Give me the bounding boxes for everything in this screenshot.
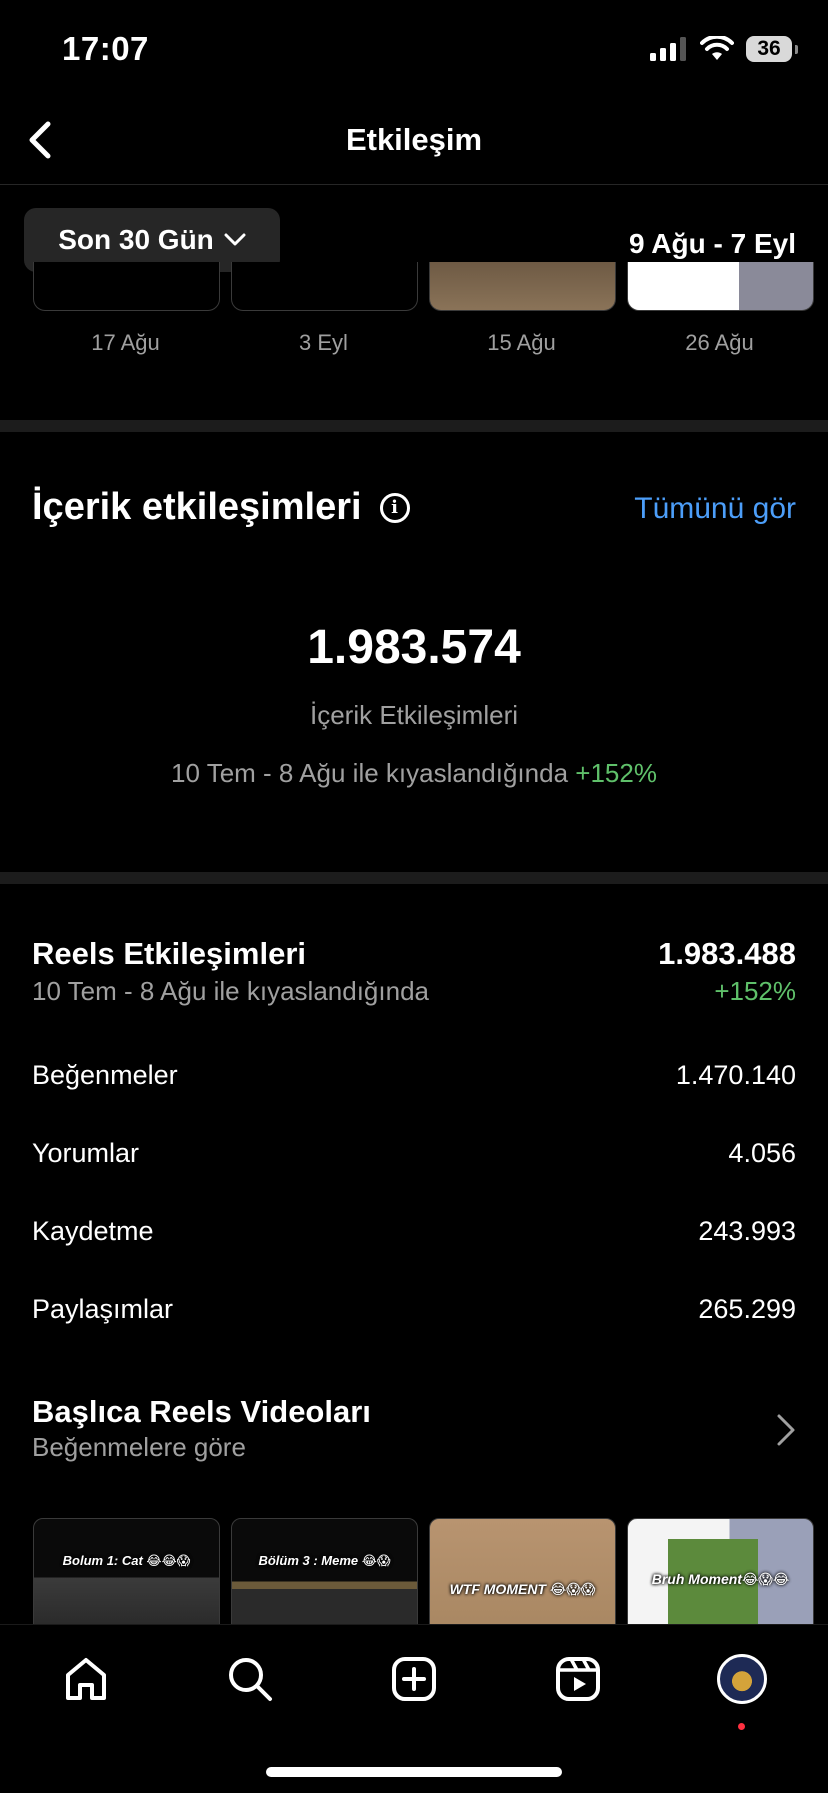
tab-home[interactable]	[58, 1651, 114, 1707]
content-interactions-heading: İçerik etkileşimleri i	[32, 486, 410, 529]
post-thumbnail[interactable]	[33, 262, 220, 311]
reels-compare-percent: +152%	[714, 976, 796, 1006]
metric-value-likes: 1.470.140	[675, 1060, 796, 1090]
post-thumbnail[interactable]	[231, 262, 418, 311]
reels-compare-text: 10 Tem - 8 Ağu ile kıyaslandığında	[32, 976, 429, 1006]
tab-create[interactable]	[386, 1651, 442, 1707]
tab-profile[interactable]	[714, 1651, 770, 1730]
post-date: 3 Eyl	[299, 330, 348, 355]
see-all-link[interactable]: Tümünü gör	[634, 492, 796, 526]
reels-icon	[556, 1657, 600, 1701]
post-date: 17 Ağu	[91, 330, 160, 355]
top-reels-subtitle: Beğenmelere göre	[32, 1432, 246, 1462]
date-range-label: Son 30 Gün	[58, 224, 214, 255]
status-time: 17:07	[62, 30, 149, 67]
metric-label-comments: Yorumlar	[32, 1138, 140, 1168]
cellular-signal-icon	[650, 37, 686, 61]
status-icons: 36	[650, 36, 798, 62]
chevron-down-icon	[224, 233, 246, 246]
content-interactions-label: İçerik Etkileşimleri	[309, 700, 519, 730]
notification-dot	[738, 1723, 745, 1730]
battery-icon: 36	[746, 36, 798, 62]
compare-percent: +152%	[575, 758, 657, 788]
header-divider	[0, 184, 828, 185]
reel-caption: Bölüm 3 : Meme 😂😱	[258, 1553, 391, 1568]
content-interactions-compare: 10 Tem - 8 Ağu ile kıyaslandığında +152%	[0, 758, 828, 789]
metric-value-saves: 243.993	[698, 1216, 796, 1246]
profile-avatar	[717, 1654, 767, 1704]
post-date: 26 Ağu	[685, 330, 754, 355]
chevron-right-icon[interactable]	[774, 1412, 798, 1448]
content-interactions-title: İçerik etkileşimleri	[32, 486, 362, 528]
post-date: 15 Ağu	[487, 330, 556, 355]
compare-text: 10 Tem - 8 Ağu ile kıyaslandığında	[171, 758, 569, 788]
post-thumbnail[interactable]	[627, 262, 814, 311]
selected-date-range: 9 Ağu - 7 Eyl	[628, 228, 796, 259]
metric-value-comments: 4.056	[728, 1138, 796, 1168]
metric-label-shares: Paylaşımlar	[32, 1294, 174, 1324]
top-reels-title[interactable]: Başlıca Reels Videoları	[32, 1394, 371, 1430]
page-title: Etkileşim	[345, 122, 483, 157]
wifi-icon	[700, 36, 734, 60]
reel-caption: Bolum 1: Cat 😂😂😱	[62, 1553, 191, 1568]
reels-interactions-title: Reels Etkileşimleri	[32, 936, 306, 971]
tab-reels[interactable]	[550, 1651, 606, 1707]
metric-value-shares: 265.299	[698, 1294, 796, 1324]
search-icon	[229, 1658, 272, 1701]
metric-label-likes: Beğenmeler	[32, 1060, 178, 1090]
content-interactions-total: 1.983.574	[307, 621, 521, 674]
home-icon	[66, 1658, 106, 1700]
section-divider	[0, 420, 828, 432]
post-thumbnail[interactable]	[429, 262, 616, 311]
reel-caption: Bruh Moment😂😱😂	[651, 1571, 790, 1587]
reel-caption: WTF MOMENT 😂😱😱	[449, 1581, 596, 1597]
section-divider	[0, 872, 828, 884]
reels-interactions-total: 1.983.488	[658, 936, 796, 971]
tab-search[interactable]	[222, 1651, 278, 1707]
metric-label-saves: Kaydetme	[32, 1216, 154, 1246]
create-icon	[392, 1657, 436, 1701]
info-icon[interactable]: i	[379, 492, 410, 523]
home-indicator	[266, 1767, 562, 1777]
